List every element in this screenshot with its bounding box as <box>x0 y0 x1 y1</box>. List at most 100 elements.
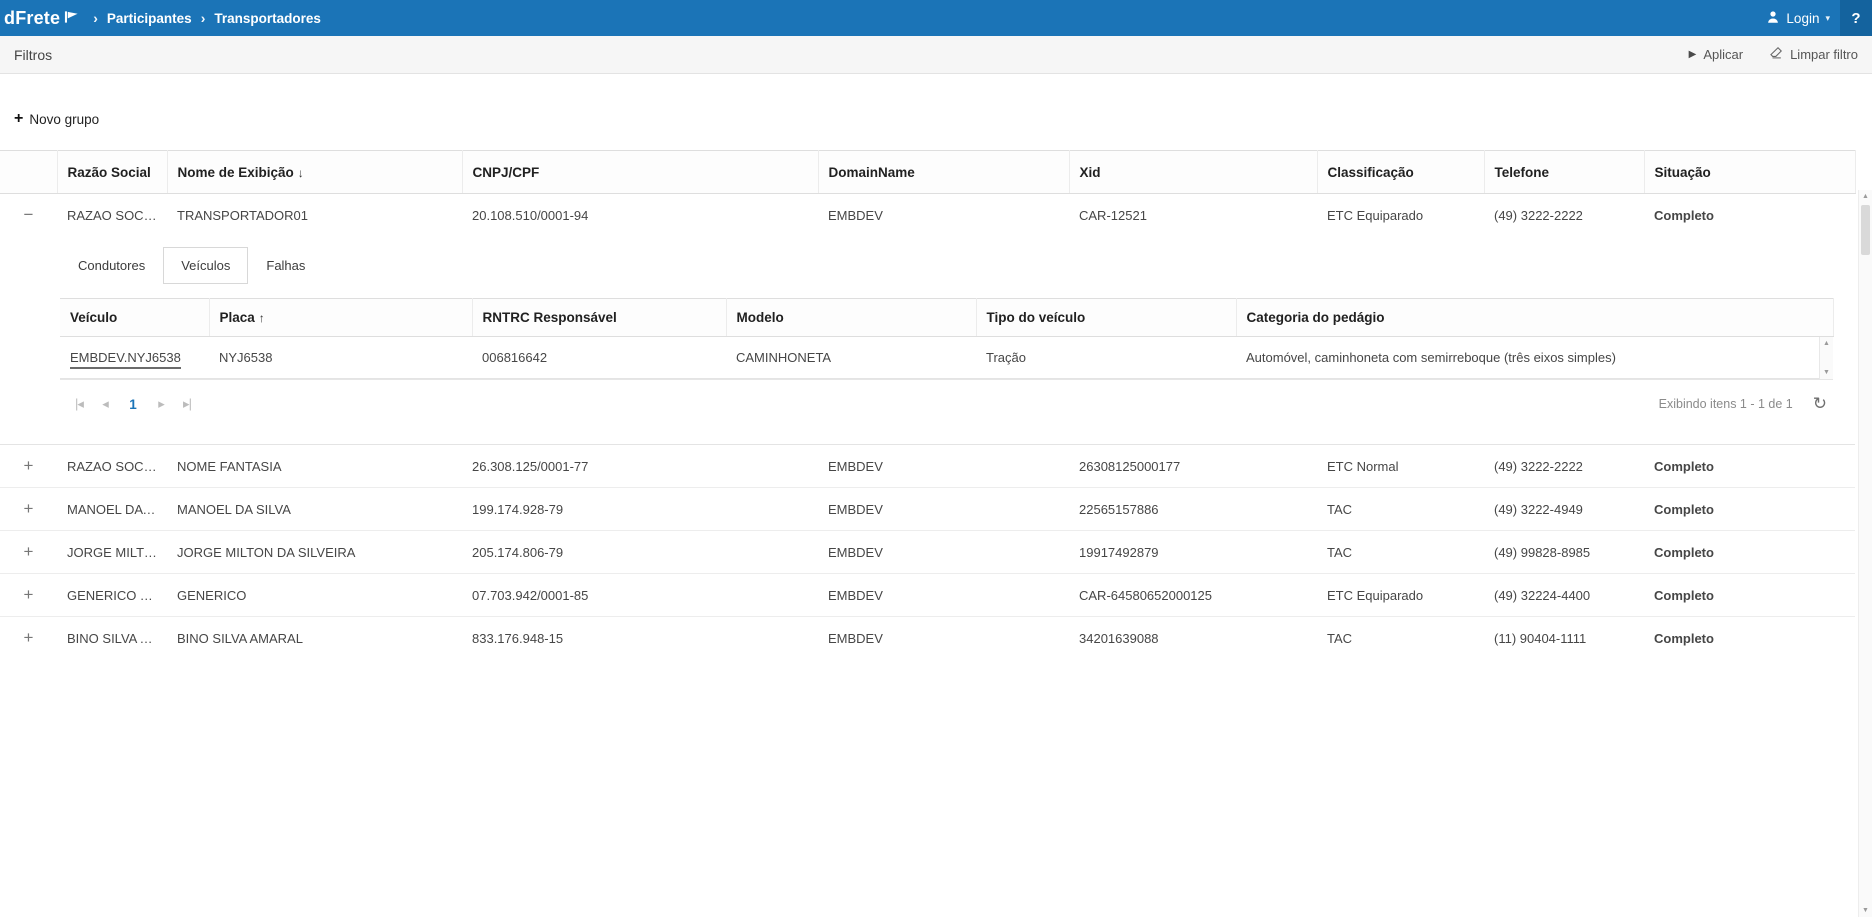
user-icon <box>1766 10 1780 27</box>
cell-categoria-pedagio: Automóvel, caminhoneta com semirreboque … <box>1236 337 1819 379</box>
cell-razao-social: MANOEL DA SILVA <box>57 488 167 531</box>
cell-tipo-veiculo: Tração <box>976 337 1236 379</box>
expand-column-header <box>0 151 57 194</box>
apply-filter-button[interactable]: ▶ Aplicar <box>1689 47 1743 62</box>
expand-row-button[interactable]: + <box>19 628 39 648</box>
topbar-right: Login ▾ ? <box>1756 0 1872 36</box>
expand-row-button[interactable]: + <box>19 499 39 519</box>
cell-domainname: EMBDEV <box>818 617 1069 660</box>
table-row[interactable]: + GENERICO TRAN... GENERICO 07.703.942/0… <box>0 574 1855 617</box>
column-header-nome-exibicao[interactable]: Nome de Exibição↓ <box>167 151 462 194</box>
cell-placa: NYJ6538 <box>209 337 472 379</box>
breadcrumb-transportadores[interactable]: Transportadores <box>214 11 321 26</box>
cell-classificacao: ETC Equiparado <box>1317 194 1484 237</box>
cell-modelo: CAMINHONETA <box>726 337 976 379</box>
app-logo-text: dFrete <box>4 8 60 29</box>
column-header-categoria-pedagio[interactable]: Categoria do pedágio <box>1236 298 1833 336</box>
column-header-situacao[interactable]: Situação <box>1644 151 1855 194</box>
cell-nome-exibicao: NOME FANTASIA <box>167 445 462 488</box>
chevron-right-icon: › <box>201 10 206 26</box>
column-header-tipo-veiculo[interactable]: Tipo do veículo <box>976 298 1236 336</box>
grid-toolbar: + Novo grupo <box>0 74 1872 150</box>
column-header-veiculo[interactable]: Veículo <box>60 298 209 336</box>
column-header-telefone[interactable]: Telefone <box>1484 151 1644 194</box>
pager-prev-button[interactable]: ◂ <box>92 391 118 417</box>
tab-condutores[interactable]: Condutores <box>60 247 163 284</box>
collapse-row-button[interactable]: − <box>19 205 39 225</box>
column-header-razao-social[interactable]: Razão Social <box>57 151 167 194</box>
pager-next-button[interactable]: ▸ <box>148 391 174 417</box>
scroll-down-icon[interactable]: ▼ <box>1859 907 1872 914</box>
column-header-modelo[interactable]: Modelo <box>726 298 976 336</box>
transporters-grid: Razão Social Nome de Exibição↓ CNPJ/CPF … <box>0 150 1872 660</box>
vehicles-pager: |◂ ◂ 1 ▸ ▸| Exibindo itens 1 - 1 de 1 ↻ <box>60 380 1833 428</box>
cell-telefone: (49) 3222-4949 <box>1484 488 1644 531</box>
refresh-icon[interactable]: ↻ <box>1813 394 1827 414</box>
cell-razao-social: RAZAO SOCIAL <box>57 445 167 488</box>
tab-falhas[interactable]: Falhas <box>248 247 323 284</box>
scrollbar-thumb[interactable] <box>1861 205 1870 255</box>
cell-classificacao: TAC <box>1317 488 1484 531</box>
scroll-down-icon[interactable]: ▼ <box>1823 369 1830 376</box>
cell-cnpj-cpf: 199.174.928-79 <box>462 488 818 531</box>
table-row[interactable]: + JORGE MILTON ... JORGE MILTON DA SILVE… <box>0 531 1855 574</box>
table-row[interactable]: + RAZAO SOCIAL NOME FANTASIA 26.308.125/… <box>0 445 1855 488</box>
filters-title: Filtros <box>14 47 52 63</box>
pager-last-button[interactable]: ▸| <box>174 391 200 417</box>
vehicles-rows: EMBDEV.NYJ6538 NYJ6538 006816642 CAMINHO… <box>60 337 1833 381</box>
vehicles-scrollbar[interactable]: ▲ ▼ <box>1819 337 1833 380</box>
topbar: dFrete › Participantes › Transportadores… <box>0 0 1872 36</box>
plus-icon: + <box>14 111 23 127</box>
cell-telefone: (49) 3222-2222 <box>1484 445 1644 488</box>
cell-razao-social: JORGE MILTON ... <box>57 531 167 574</box>
new-group-button[interactable]: + Novo grupo <box>14 111 99 127</box>
page-scrollbar[interactable]: ▲ ▼ <box>1858 190 1872 917</box>
column-header-domainname[interactable]: DomainName <box>818 151 1069 194</box>
app-logo[interactable]: dFrete <box>4 8 79 29</box>
clear-filter-button[interactable]: Limpar filtro <box>1769 46 1858 63</box>
tab-veiculos[interactable]: Veículos <box>163 247 248 284</box>
login-menu[interactable]: Login ▾ <box>1756 10 1840 27</box>
cell-xid: 19917492879 <box>1069 531 1317 574</box>
column-header-rntrc[interactable]: RNTRC Responsável <box>472 298 726 336</box>
expand-row-button[interactable]: + <box>19 456 39 476</box>
cell-classificacao: TAC <box>1317 531 1484 574</box>
status-badge: Completo <box>1644 531 1855 574</box>
scroll-up-icon[interactable]: ▲ <box>1823 340 1830 347</box>
pager-page-1[interactable]: 1 <box>118 397 148 412</box>
help-button[interactable]: ? <box>1840 0 1872 36</box>
vehicle-row[interactable]: EMBDEV.NYJ6538 NYJ6538 006816642 CAMINHO… <box>60 337 1819 379</box>
expand-row-button[interactable]: + <box>19 542 39 562</box>
cell-cnpj-cpf: 205.174.806-79 <box>462 531 818 574</box>
flag-icon <box>64 8 79 29</box>
play-icon: ▶ <box>1689 49 1697 60</box>
scroll-up-icon[interactable]: ▲ <box>1859 193 1872 200</box>
table-row[interactable]: + MANOEL DA SILVA MANOEL DA SILVA 199.17… <box>0 488 1855 531</box>
cell-domainname: EMBDEV <box>818 194 1069 237</box>
cell-cnpj-cpf: 20.108.510/0001-94 <box>462 194 818 237</box>
column-header-classificacao[interactable]: Classificação <box>1317 151 1484 194</box>
chevron-right-icon: › <box>93 10 98 26</box>
sort-desc-icon: ↓ <box>298 166 304 180</box>
column-header-xid[interactable]: Xid <box>1069 151 1317 194</box>
breadcrumb-participantes[interactable]: Participantes <box>107 11 192 26</box>
column-header-placa[interactable]: Placa↑ <box>209 298 472 336</box>
table-row[interactable]: + BINO SILVA AMA... BINO SILVA AMARAL 83… <box>0 617 1855 660</box>
cell-domainname: EMBDEV <box>818 488 1069 531</box>
cell-classificacao: ETC Equiparado <box>1317 574 1484 617</box>
table-row[interactable]: − RAZAO SOCIAL S... TRANSPORTADOR01 20.1… <box>0 194 1855 237</box>
grid-header-row: Razão Social Nome de Exibição↓ CNPJ/CPF … <box>0 151 1855 194</box>
cell-xid: 22565157886 <box>1069 488 1317 531</box>
apply-filter-label: Aplicar <box>1703 47 1743 62</box>
pager-first-button[interactable]: |◂ <box>66 391 92 417</box>
cell-razao-social: GENERICO TRAN... <box>57 574 167 617</box>
login-label: Login <box>1786 11 1819 26</box>
cell-razao-social: BINO SILVA AMA... <box>57 617 167 660</box>
cell-telefone: (49) 99828-8985 <box>1484 531 1644 574</box>
cell-nome-exibicao: JORGE MILTON DA SILVEIRA <box>167 531 462 574</box>
column-header-cnpj-cpf[interactable]: CNPJ/CPF <box>462 151 818 194</box>
expand-row-button[interactable]: + <box>19 585 39 605</box>
pager-status: Exibindo itens 1 - 1 de 1 <box>1659 397 1793 411</box>
new-group-label: Novo grupo <box>29 112 99 127</box>
cell-domainname: EMBDEV <box>818 445 1069 488</box>
